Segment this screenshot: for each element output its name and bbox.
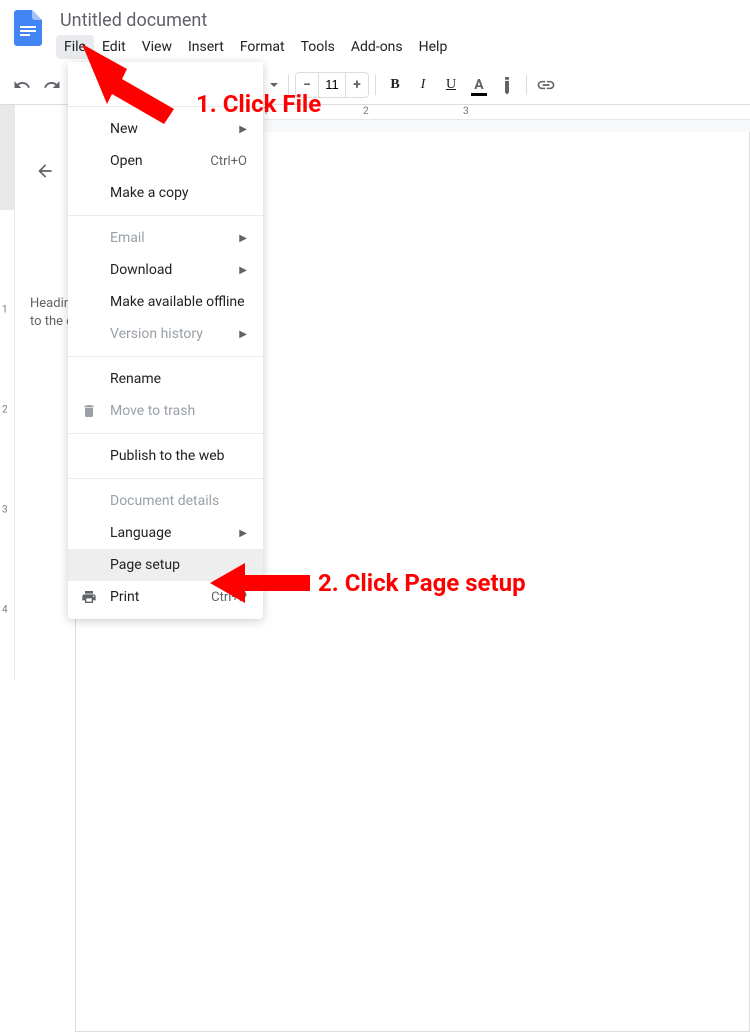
chevron-down-icon <box>270 83 278 87</box>
menu-open[interactable]: Open Ctrl+O <box>68 145 263 177</box>
menu-publish-to-web[interactable]: Publish to the web <box>68 440 263 472</box>
separator <box>375 75 376 95</box>
menu-share[interactable]: Share <box>68 68 263 100</box>
menu-edit[interactable]: Edit <box>94 35 134 59</box>
undo-button[interactable] <box>8 71 36 99</box>
text-color-button[interactable]: A <box>466 72 492 98</box>
font-size-increase[interactable]: + <box>346 73 368 97</box>
menu-format[interactable]: Format <box>232 35 293 59</box>
docs-logo-icon <box>14 10 42 46</box>
menu-tools[interactable]: Tools <box>293 35 343 59</box>
menu-view[interactable]: View <box>134 35 180 59</box>
highlight-color-button[interactable] <box>494 72 520 98</box>
menu-page-setup[interactable]: Page setup <box>68 549 263 581</box>
menu-email[interactable]: Email ▶ <box>68 222 263 254</box>
font-size-decrease[interactable]: − <box>296 73 318 97</box>
menu-document-details[interactable]: Document details <box>68 485 263 517</box>
file-menu-dropdown: Share New ▶ Open Ctrl+O Make a copy Emai… <box>68 62 263 619</box>
separator <box>68 356 263 357</box>
menubar: File Edit View Insert Format Tools Add-o… <box>56 35 742 59</box>
separator <box>68 106 263 107</box>
submenu-arrow-icon: ▶ <box>239 124 247 135</box>
italic-button[interactable]: I <box>410 72 436 98</box>
outline-collapse-button[interactable] <box>27 153 63 189</box>
menu-version-history[interactable]: Version history ▶ <box>68 318 263 350</box>
separator <box>68 433 263 434</box>
print-icon <box>80 588 98 606</box>
document-title[interactable]: Untitled document <box>56 8 742 33</box>
separator <box>68 478 263 479</box>
font-size-control: − + <box>295 72 369 98</box>
menu-download[interactable]: Download ▶ <box>68 254 263 286</box>
separator <box>526 75 527 95</box>
menu-help[interactable]: Help <box>411 35 456 59</box>
menu-language[interactable]: Language ▶ <box>68 517 263 549</box>
menu-insert[interactable]: Insert <box>180 35 232 59</box>
menu-new[interactable]: New ▶ <box>68 113 263 145</box>
vertical-ruler: 1 2 3 4 <box>0 105 15 680</box>
menu-make-copy[interactable]: Make a copy <box>68 177 263 209</box>
menu-move-to-trash[interactable]: Move to trash <box>68 395 263 427</box>
bold-button[interactable]: B <box>382 72 408 98</box>
redo-button[interactable] <box>38 71 66 99</box>
insert-link-button[interactable] <box>533 72 559 98</box>
menu-make-available-offline[interactable]: Make available offline <box>68 286 263 318</box>
separator <box>288 75 289 95</box>
font-size-input[interactable] <box>318 73 346 97</box>
docs-home-icon[interactable] <box>8 8 48 48</box>
submenu-arrow-icon: ▶ <box>239 233 247 244</box>
menu-rename[interactable]: Rename <box>68 363 263 395</box>
submenu-arrow-icon: ▶ <box>239 528 247 539</box>
underline-button[interactable]: U <box>438 72 464 98</box>
submenu-arrow-icon: ▶ <box>239 265 247 276</box>
menu-file[interactable]: File <box>56 35 94 59</box>
outline-panel <box>15 105 75 680</box>
menu-print[interactable]: Print Ctrl+P <box>68 581 263 613</box>
separator <box>68 215 263 216</box>
submenu-arrow-icon: ▶ <box>239 329 247 340</box>
menu-addons[interactable]: Add-ons <box>343 35 411 59</box>
trash-icon <box>80 402 98 420</box>
